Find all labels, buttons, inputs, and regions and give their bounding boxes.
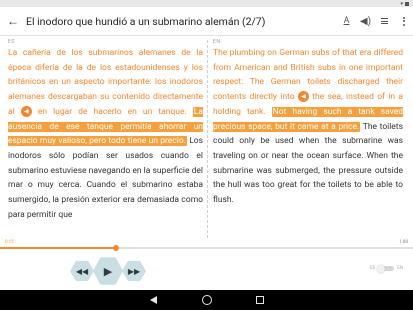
toggle-left-label: ES	[369, 266, 376, 271]
seek-thumb[interactable]	[112, 244, 119, 251]
more-vert-icon[interactable]	[394, 7, 413, 35]
spanish-lang-label: ES	[8, 39, 15, 45]
skip-next-icon[interactable]: ▶▶	[122, 260, 146, 282]
list-icon[interactable]	[375, 7, 394, 35]
spanish-upcoming-text[interactable]: Los inodoros sólo podían ser usados cuan…	[8, 136, 203, 220]
seek-bar-fill	[0, 247, 116, 249]
language-toggle[interactable]: ES EN	[369, 264, 403, 273]
skip-previous-icon[interactable]: ◀◀	[70, 260, 94, 282]
app-bar: ← El inodoro que hundió a un submarino a…	[0, 7, 413, 35]
nav-back-icon[interactable]	[150, 296, 157, 304]
arrow-back-icon[interactable]: ←	[0, 7, 26, 35]
pane-divider	[207, 40, 208, 238]
status-bar: ▾	[0, 0, 413, 7]
toggle-switch[interactable]	[377, 264, 395, 273]
player-controls: ◀◀ ▶ ▶▶ ES EN	[0, 254, 413, 290]
spanish-read-sentence-2[interactable]: en lugar de hacerlo en un tanque.	[38, 107, 187, 117]
audio-progress: 0:15 1:00	[0, 240, 413, 254]
english-pane[interactable]: EN The plumbing on German subs of that e…	[213, 36, 403, 240]
nav-recent-icon[interactable]	[256, 296, 264, 304]
battery-icon	[405, 1, 409, 6]
time-elapsed: 0:15	[5, 240, 14, 245]
spanish-pane[interactable]: ES La cañería de los submarinos alemanes…	[8, 36, 203, 240]
volume-icon[interactable]: ◀)	[356, 7, 375, 35]
time-total: 1:00	[399, 240, 408, 245]
english-upcoming-text[interactable]: The toilets could only be used when the …	[213, 122, 403, 206]
toggle-right-label: EN	[397, 266, 403, 271]
speaker-icon[interactable]: ◀	[20, 106, 32, 118]
play-icon[interactable]: ▶	[93, 257, 123, 285]
system-nav-bar	[0, 290, 413, 310]
wifi-icon: ▾	[400, 0, 403, 7]
english-text: The plumbing on German subs of that era …	[213, 46, 403, 208]
page-title: El inodoro que hundió a un submarino ale…	[26, 14, 266, 28]
bilingual-reader: ES La cañería de los submarinos alemanes…	[0, 36, 413, 240]
nav-home-icon[interactable]	[202, 295, 212, 305]
seek-bar[interactable]	[0, 247, 413, 249]
font-size-icon[interactable]: A	[337, 7, 356, 35]
english-lang-label: EN	[213, 39, 221, 45]
speaker-icon[interactable]: ◀	[297, 91, 309, 103]
spanish-text: La cañería de los submarinos alemanes de…	[8, 46, 203, 222]
